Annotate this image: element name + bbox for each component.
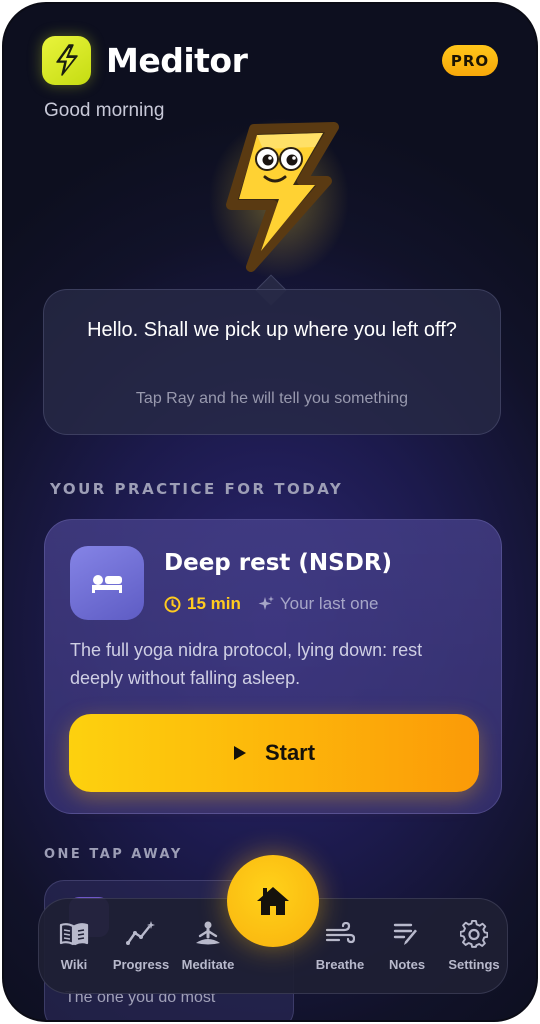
tab-settings[interactable]: Settings (439, 919, 509, 972)
tab-breathe[interactable]: Breathe (305, 919, 375, 972)
app-title: Meditor (106, 40, 248, 80)
tab-notes[interactable]: Notes (372, 919, 442, 972)
tab-wiki[interactable]: Wiki (39, 919, 109, 972)
lightning-logo-icon (55, 44, 78, 76)
tab-label-progress: Progress (112, 957, 170, 972)
book-icon (59, 923, 89, 946)
last-one-text: Your last one (279, 594, 379, 613)
duration-text: 15 min (187, 594, 241, 613)
tab-label-notes: Notes (388, 957, 426, 972)
start-label: Start (264, 740, 316, 765)
tab-meditate[interactable]: Meditate (173, 919, 243, 972)
notes-icon (393, 923, 417, 945)
clock-icon (164, 596, 181, 612)
start-button[interactable]: Start (69, 714, 479, 792)
tab-progress[interactable]: Progress (106, 919, 176, 972)
practice-title: Deep rest (NSDR) (164, 550, 393, 576)
tab-label-breathe: Breathe (315, 957, 365, 972)
greeting-text: Good morning (44, 100, 165, 121)
chart-icon (126, 921, 155, 945)
duration: 15 min (164, 594, 241, 614)
practice-meta: 15 min Your last one (164, 594, 378, 614)
speech-message: Hello. Shall we pick up where you left o… (87, 319, 457, 341)
app-screen: Meditor PRO Good morning Hello. Shall we… (2, 2, 538, 1022)
bed-icon (92, 575, 122, 593)
pro-badge[interactable]: PRO (442, 45, 498, 76)
sparkle-icon (258, 596, 274, 610)
tab-label-meditate: Meditate (181, 957, 235, 972)
practice-card[interactable]: Deep rest (NSDR) 15 min Your last one Th… (44, 519, 502, 814)
speech-bubble[interactable]: Hello. Shall we pick up where you left o… (43, 289, 501, 435)
app-header: Meditor (42, 34, 248, 86)
gear-icon (460, 920, 488, 948)
home-icon (257, 887, 289, 915)
home-button[interactable] (227, 855, 319, 947)
wind-icon (325, 922, 355, 944)
meditate-icon (196, 921, 220, 945)
section-label-practice: YOUR PRACTICE FOR TODAY (50, 480, 344, 498)
tab-label-settings: Settings (448, 957, 500, 972)
practice-icon (70, 546, 144, 620)
app-logo (42, 35, 91, 85)
last-one-tag: Your last one (257, 594, 379, 614)
speech-hint: Tap Ray and he will tell you something (135, 390, 409, 407)
play-icon (233, 746, 246, 760)
tab-label-wiki: Wiki (60, 957, 88, 972)
lightning-mascot-icon[interactable] (209, 119, 349, 279)
practice-description: The full yoga nidra protocol, lying down… (70, 640, 423, 688)
section-label-one-tap: ONE TAP AWAY (44, 847, 183, 862)
